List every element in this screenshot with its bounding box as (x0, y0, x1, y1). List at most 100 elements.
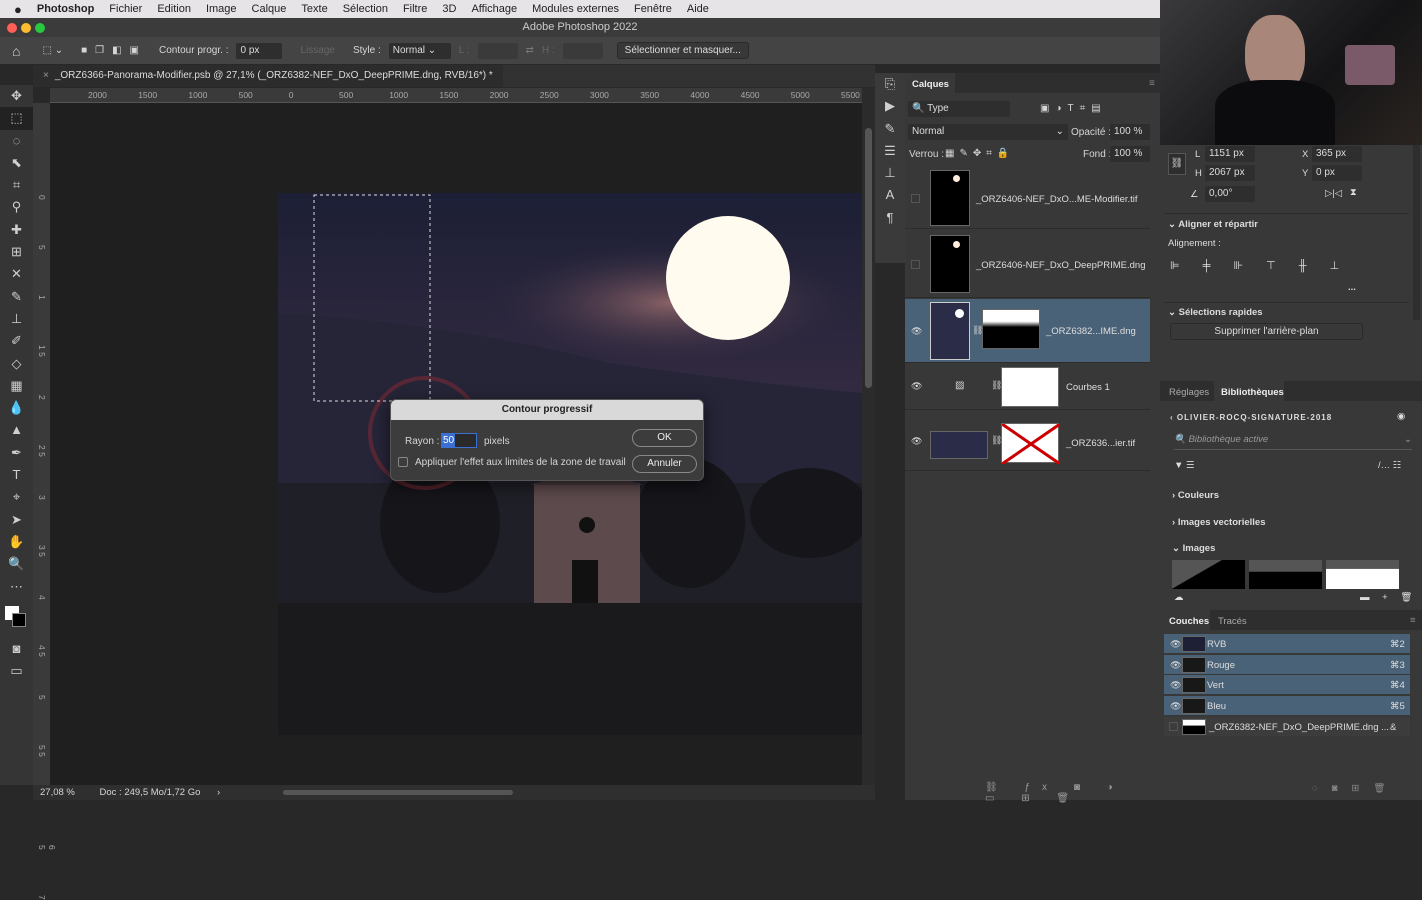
dodge-tool-icon[interactable]: ▲ (0, 419, 33, 441)
height-input[interactable]: 2067 px (1205, 165, 1255, 181)
eye-icon[interactable]: 👁 (911, 381, 922, 392)
angle-input[interactable]: 0,00° (1205, 186, 1255, 202)
subtract-selection-icon[interactable]: ◧ (112, 45, 121, 56)
channel-actions[interactable]: ◌◙⊞🗑 (1312, 783, 1399, 794)
crop-tool-icon[interactable]: ⌗ (0, 174, 33, 196)
character-panel-icon[interactable]: A (875, 184, 905, 206)
patch-tool-icon[interactable]: ⊞ (0, 241, 33, 263)
move-tool-icon[interactable]: ✥ (0, 85, 33, 107)
mask-thumbnail[interactable] (982, 309, 1040, 349)
menu-fichier[interactable]: Fichier (109, 3, 142, 15)
cloud-icon[interactable]: ☁ (1174, 592, 1184, 603)
library-search[interactable]: 🔍 Bibliothèque active ⌄ (1174, 434, 1412, 450)
minimize-window-button[interactable] (21, 23, 31, 33)
quick-select-tool-icon[interactable]: ⬉ (0, 152, 33, 174)
align-buttons[interactable]: ⊫ ╪ ⊪ ⊤ ╫ ⊥ (1170, 259, 1349, 272)
visibility-toggle[interactable] (911, 260, 920, 269)
blend-mode-select[interactable]: Normal ⌄ (908, 124, 1068, 140)
menu-aide[interactable]: Aide (687, 3, 709, 15)
eye-icon[interactable]: 👁 (1170, 639, 1181, 650)
height-input[interactable] (562, 42, 603, 59)
mask-thumbnail[interactable] (1001, 367, 1059, 407)
marquee-preset-icon[interactable]: ⬚ ⌄ (42, 45, 63, 56)
menu-fenetre[interactable]: Fenêtre (634, 3, 672, 15)
paragraph-panel-icon[interactable]: ¶ (875, 207, 905, 229)
path-select-icon[interactable]: ⌖ (0, 486, 33, 508)
tab-couches[interactable]: Couches (1169, 616, 1209, 627)
stamp-tool-icon[interactable]: ⊥ (0, 308, 33, 330)
layer-filter-select[interactable]: 🔍 Type (908, 101, 1010, 117)
library-section-vectors[interactable]: › Images vectorielles (1172, 517, 1265, 528)
type-tool-icon[interactable]: T (0, 464, 33, 486)
eraser-tool-icon[interactable]: ◇ (0, 353, 33, 375)
brush-panel-icon[interactable]: ✎ (875, 118, 905, 140)
zoom-tool-icon[interactable]: 🔍 (0, 553, 33, 575)
flip-horizontal-icon[interactable]: ▷|◁ (1325, 188, 1342, 199)
remove-background-button[interactable]: Supprimer l'arrière-plan (1170, 323, 1363, 340)
tab-reglages[interactable]: Réglages (1169, 387, 1209, 398)
quick-mask-icon[interactable]: ◙ (0, 638, 33, 660)
add-selection-icon[interactable]: ❐ (95, 45, 104, 56)
menu-modules[interactable]: Modules externes (532, 3, 619, 15)
blur-tool-icon[interactable]: 💧 (0, 397, 33, 419)
layer-name[interactable]: _ORZ6382...IME.dng (1046, 326, 1136, 337)
layer-item[interactable]: 👁 ▨ ⛓ Courbes 1 (905, 364, 1150, 410)
library-section-couleurs[interactable]: › Couleurs (1172, 490, 1219, 501)
menu-affichage[interactable]: Affichage (471, 3, 517, 15)
layer-actions[interactable]: ⛓ ƒx ◙ ◑ ▭ ⊞ 🗑 (985, 782, 1160, 804)
channel-row[interactable]: 👁 RVB ⌘2 (1164, 634, 1410, 654)
healing-tool-icon[interactable]: ✚ (0, 219, 33, 241)
vertical-scrollbar[interactable] (862, 88, 875, 785)
panel-menu-icon[interactable]: ≡ (1410, 615, 1416, 626)
layer-filter-icons[interactable]: ▣◑T⌗▤ (1040, 103, 1107, 114)
lock-icons[interactable]: ▦✎✥⌗🔒 (945, 148, 1014, 159)
close-tab-icon[interactable]: × (43, 70, 49, 81)
align-section[interactable]: ⌄ Aligner et répartir (1168, 219, 1258, 230)
menu-texte[interactable]: Texte (301, 3, 327, 15)
channel-row[interactable]: 👁 Rouge ⌘3 (1164, 655, 1410, 675)
gradient-tool-icon[interactable]: ▦ (0, 375, 33, 397)
mask-thumbnail[interactable] (1001, 422, 1061, 466)
more-options-button[interactable]: ... (1348, 282, 1356, 293)
home-icon[interactable]: ⌂ (12, 43, 20, 59)
library-section-images[interactable]: ⌄ Images (1172, 543, 1215, 554)
link-dimensions-icon[interactable]: ⛓ (1168, 153, 1186, 175)
layer-item-selected[interactable]: 👁 ⛓ _ORZ6382...IME.dng (905, 299, 1150, 363)
flip-vertical-icon[interactable]: ⧗ (1350, 187, 1357, 198)
marquee-tool-icon[interactable]: ⬚ (0, 107, 33, 130)
style-select[interactable]: Normal ⌄ (388, 42, 451, 59)
menu-selection[interactable]: Sélection (343, 3, 388, 15)
feather-input[interactable]: 0 px (236, 42, 283, 59)
opacity-input[interactable]: 100 % (1110, 124, 1150, 140)
width-input[interactable]: 1151 px (1205, 146, 1255, 162)
layer-item[interactable]: 👁 ⛓ _ORZ636...ier.tif (905, 411, 1150, 471)
library-back-button[interactable]: ‹ OLIVIER-ROCQ-SIGNATURE-2018 (1170, 413, 1332, 422)
zoom-level[interactable]: 27,08 % (40, 787, 75, 798)
collaborate-icon[interactable]: ◉ (1397, 411, 1405, 422)
eyedropper-tool-icon[interactable]: ⚲ (0, 196, 33, 218)
layer-item[interactable]: _ORZ6406-NEF_DxO...ME-Modifier.tif (905, 166, 1150, 229)
menu-calque[interactable]: Calque (252, 3, 287, 15)
layer-name[interactable]: _ORZ636...ier.tif (1066, 438, 1135, 449)
swap-icon[interactable]: ⇄ (526, 45, 534, 56)
doc-info[interactable]: Doc : 249,5 Mo/1,72 Go (100, 787, 201, 798)
x-input[interactable]: 365 px (1312, 146, 1362, 162)
intersect-selection-icon[interactable]: ▣ (130, 45, 139, 56)
screen-mode-icon[interactable]: ▭ (0, 660, 33, 682)
more-tools-icon[interactable]: ⋯ (0, 576, 33, 598)
brush-tool-icon[interactable]: ✎ (0, 286, 33, 308)
layer-name[interactable]: _ORZ6406-NEF_DxO...ME-Modifier.tif (976, 194, 1138, 205)
eye-icon[interactable]: 👁 (911, 326, 922, 337)
panel-menu-icon[interactable]: ≡ (1149, 78, 1155, 89)
fill-input[interactable]: 100 % (1110, 146, 1150, 162)
cancel-button[interactable]: Annuler (632, 455, 697, 473)
apply-limits-checkbox[interactable] (398, 457, 408, 467)
layer-name[interactable]: Courbes 1 (1066, 382, 1110, 393)
radius-input[interactable]: 50 (441, 433, 477, 448)
status-arrow-icon[interactable]: › (217, 787, 220, 798)
library-actions[interactable]: ▬ + 🗑 (1360, 592, 1417, 603)
library-image-thumb[interactable] (1249, 560, 1322, 589)
y-input[interactable]: 0 px (1312, 165, 1362, 181)
menu-filtre[interactable]: Filtre (403, 3, 427, 15)
actions-panel-icon[interactable]: ▶ (875, 95, 905, 117)
